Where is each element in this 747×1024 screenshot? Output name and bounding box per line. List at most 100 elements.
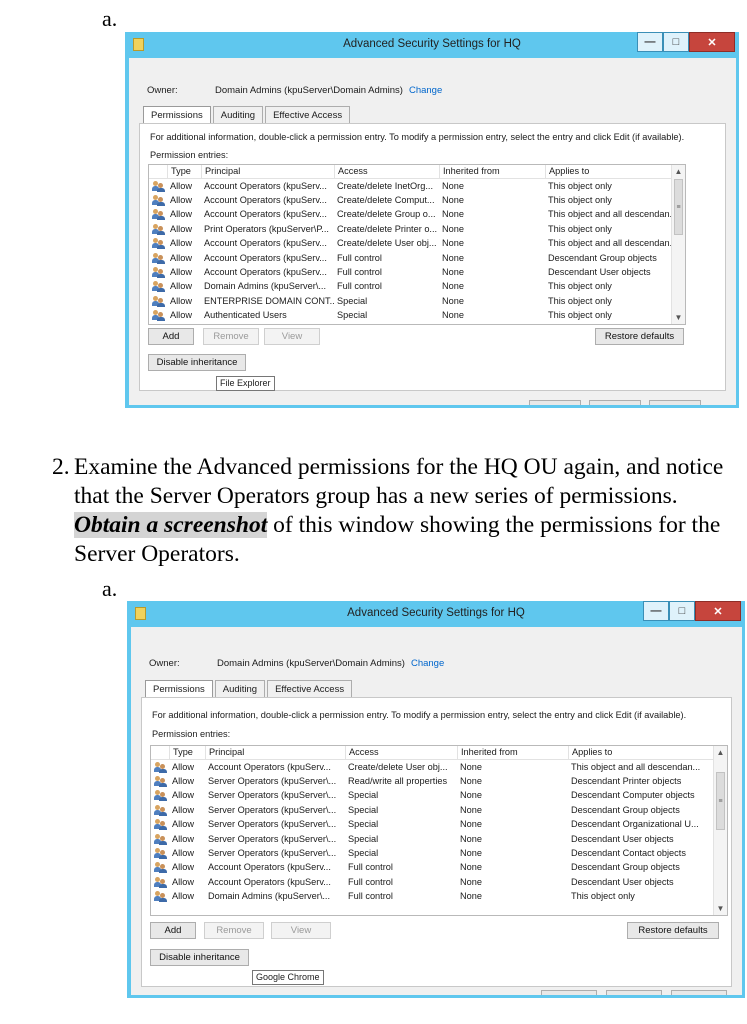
column-header[interactable]: Access [345,746,457,759]
table-row[interactable]: Allow Server Operators (kpuServer\... Read… [151,774,727,788]
table-cell: Server Operators (kpuServer\... [208,790,337,801]
owner-change-link[interactable]: Change [411,658,444,669]
table-row[interactable]: Allow Account Operators (kpuServ... Create… [151,760,727,774]
table-row[interactable]: Allow Domain Admins (kpuServer\... Full co… [149,280,685,294]
title-bar[interactable]: Advanced Security Settings for HQ — □ ✕ [127,601,745,627]
column-header[interactable]: Type [167,165,201,178]
table-cell: This object only [548,180,612,191]
restore-defaults-button[interactable]: Restore defaults [627,922,719,939]
table-row[interactable]: Allow ENTERPRISE DOMAIN CONT... Special Non… [149,294,685,308]
close-icon[interactable]: ✕ [689,32,735,52]
restore-defaults-button[interactable]: Restore defaults [595,328,684,345]
add-button[interactable]: Add [150,922,196,939]
table-row[interactable]: Allow Account Operators (kpuServ... Create… [149,237,685,251]
cancel-button-stub[interactable] [606,990,662,995]
vertical-scrollbar[interactable]: ▲ ≡ ▼ [671,165,685,324]
title-bar[interactable]: Advanced Security Settings for HQ — □ ✕ [125,32,739,58]
table-cell: Allow [172,761,194,772]
table-row[interactable]: Allow Domain Admins (kpuServer\... Full co… [151,890,727,904]
apply-button-stub[interactable] [671,990,727,995]
close-icon[interactable]: ✕ [695,601,741,621]
scroll-thumb[interactable]: ≡ [716,772,725,830]
users-icon [151,833,169,845]
vertical-scrollbar[interactable]: ▲ ≡ ▼ [713,746,727,915]
table-row[interactable]: Allow Print Operators (kpuServer\P... Crea… [149,222,685,236]
scroll-up-icon[interactable]: ▲ [672,165,685,178]
tab-strip: Permissions Auditing Effective Access [145,680,354,697]
scroll-down-icon[interactable]: ▼ [672,311,685,324]
table-cell: None [460,761,482,772]
table-row[interactable]: Allow Server Operators (kpuServer\... Spec… [151,818,727,832]
table-row[interactable]: Allow Server Operators (kpuServer\... Spec… [151,846,727,860]
column-header[interactable]: Applies to [568,746,718,759]
table-cell: Allow [172,790,194,801]
scroll-up-icon[interactable]: ▲ [714,746,727,759]
column-header[interactable]: Type [169,746,205,759]
apply-button-stub[interactable] [649,400,701,405]
tab-auditing[interactable]: Auditing [212,106,264,123]
column-header[interactable]: Principal [201,165,334,178]
table-cell: Allow [170,209,192,220]
table-row[interactable]: Allow Account Operators (kpuServ... Full c… [151,875,727,889]
minimize-icon[interactable]: — [637,32,663,52]
column-header[interactable]: Access [334,165,439,178]
column-header[interactable]: Inherited from [439,165,545,178]
disable-inheritance-button[interactable]: Disable inheritance [150,949,249,966]
table-cell: None [442,223,464,234]
users-icon [149,180,167,192]
table-cell: Account Operators (kpuServ... [204,180,327,191]
table-cell: None [442,180,464,191]
tab-permissions[interactable]: Permissions [145,680,213,697]
table-row[interactable]: Allow Account Operators (kpuServ... Create… [149,193,685,207]
permission-entries-list[interactable]: Type Principal Access Inherited from Applies… [148,164,686,325]
table-row[interactable]: Allow Account Operators (kpuServ... Full c… [149,265,685,279]
column-header[interactable]: Principal [205,746,345,759]
table-row[interactable]: Allow Server Operators (kpuServer\... Spec… [151,789,727,803]
scroll-down-icon[interactable]: ▼ [714,902,727,915]
tab-effective-access[interactable]: Effective Access [265,106,351,123]
owner-change-link[interactable]: Change [409,85,442,96]
maximize-icon[interactable]: □ [669,601,695,621]
view-button[interactable]: View [271,922,331,939]
add-button[interactable]: Add [148,328,194,345]
table-row[interactable]: Allow Server Operators (kpuServer\... Spec… [151,803,727,817]
step-number: 2. [52,454,70,480]
table-cell: Special [348,790,379,801]
scroll-thumb[interactable]: ≡ [674,179,683,235]
table-row[interactable]: Allow Server Operators (kpuServer\... Spec… [151,832,727,846]
table-cell: None [442,238,464,249]
table-cell: Account Operators (kpuServ... [208,862,331,873]
owner-row: Owner: Domain Admins (kpuServer\Domain Ad… [147,85,442,96]
disable-inheritance-button[interactable]: Disable inheritance [148,354,246,371]
remove-button[interactable]: Remove [203,328,259,345]
table-row[interactable]: Allow Account Operators (kpuServ... Full c… [151,861,727,875]
table-row[interactable]: Allow Account Operators (kpuServ... Full c… [149,251,685,265]
ok-button-stub[interactable] [541,990,597,995]
window-client: Owner: Domain Admins (kpuServer\Domain Ad… [131,627,742,995]
tab-permissions[interactable]: Permissions [143,106,211,123]
advanced-security-window-1: Advanced Security Settings for HQ — □ ✕ … [125,32,739,408]
table-row[interactable]: Allow Account Operators (kpuServ... Create… [149,208,685,222]
ok-button-stub[interactable] [529,400,581,405]
table-cell: This object only [548,281,612,292]
table-row[interactable]: Allow Authenticated Users Special None This … [149,309,685,323]
permission-entries-list[interactable]: Type Principal Access Inherited from Applies… [150,745,728,916]
view-button[interactable]: View [264,328,320,345]
table-row[interactable]: Allow Account Operators (kpuServ... Create… [149,179,685,193]
remove-button[interactable]: Remove [204,922,264,939]
table-cell: Allow [170,180,192,191]
table-cell: Descendant User objects [548,267,651,278]
window-controls: — □ ✕ [637,32,735,52]
column-header[interactable]: Inherited from [457,746,568,759]
maximize-icon[interactable]: □ [663,32,689,52]
column-header[interactable]: Applies to [545,165,685,178]
table-cell: Account Operators (kpuServ... [204,209,327,220]
tab-strip: Permissions Auditing Effective Access [143,106,352,123]
window-client: Owner: Domain Admins (kpuServer\Domain Ad… [129,58,736,405]
tab-effective-access[interactable]: Effective Access [267,680,353,697]
minimize-icon[interactable]: — [643,601,669,621]
table-cell: Print Operators (kpuServer\P... [204,223,329,234]
tab-auditing[interactable]: Auditing [214,680,266,697]
table-cell: None [460,833,482,844]
cancel-button-stub[interactable] [589,400,641,405]
